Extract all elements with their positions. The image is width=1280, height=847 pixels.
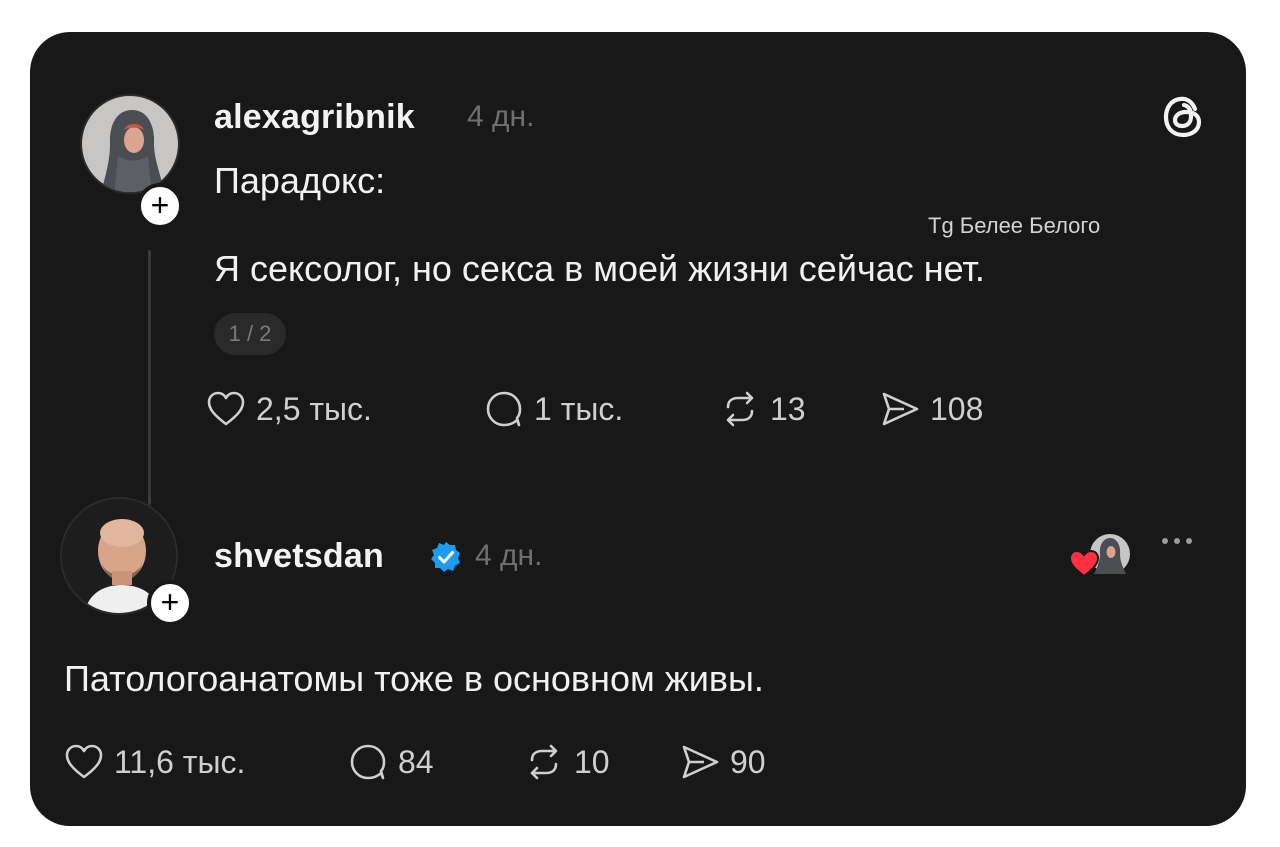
send-icon: [882, 392, 919, 426]
plus-icon: +: [160, 584, 180, 620]
like-count: 2,5 тыс.: [256, 390, 372, 427]
dot-icon: [1186, 538, 1192, 544]
reply-share-button[interactable]: 90: [680, 743, 766, 781]
post-text-line2: Я сексолог, но секса в моей жизни сейчас…: [214, 248, 985, 289]
send-icon: [682, 745, 719, 779]
reply-time: 4 дн.: [475, 539, 543, 572]
heart-icon: [207, 391, 245, 426]
watermark: Tg Белее Белого: [928, 213, 1101, 238]
thread-card: + alexagribnik 4 дн. Парадокс: Tg Белее …: [30, 32, 1246, 826]
post-text-line1: Парадокс:: [214, 160, 386, 201]
heart-icon: [65, 744, 103, 779]
repost-icon: [530, 744, 558, 780]
reply-follow-button[interactable]: +: [147, 580, 193, 626]
reply-repost-count: 10: [574, 743, 610, 780]
share-button[interactable]: 108: [880, 390, 983, 428]
repost-count: 13: [770, 390, 806, 427]
share-count: 108: [930, 390, 984, 427]
threads-logo-icon[interactable]: [1162, 92, 1206, 142]
plus-icon: +: [150, 187, 170, 223]
reply-like-count: 11,6 тыс.: [114, 743, 246, 780]
reply-comment-button[interactable]: 84: [348, 743, 434, 781]
verified-badge-icon: [431, 542, 460, 572]
reply-like-button[interactable]: 11,6 тыс.: [64, 743, 245, 781]
reply-comment-count: 84: [398, 743, 434, 780]
post-pager[interactable]: 1 / 2: [214, 313, 286, 355]
comment-icon: [486, 391, 522, 427]
comment-icon: [350, 744, 386, 780]
reply-repost-button[interactable]: 10: [524, 743, 610, 781]
dot-icon: [1162, 538, 1168, 544]
like-button[interactable]: 2,5 тыс.: [206, 390, 372, 428]
dot-icon: [1174, 538, 1180, 544]
reply-username[interactable]: shvetsdan: [214, 537, 384, 576]
author-avatar[interactable]: [80, 94, 180, 194]
post-username[interactable]: alexagribnik: [214, 98, 415, 137]
comment-count: 1 тыс.: [534, 390, 624, 427]
thread-connector: [148, 250, 151, 505]
post-time: 4 дн.: [467, 100, 535, 133]
follow-button[interactable]: +: [137, 183, 183, 229]
more-options-button[interactable]: [1162, 538, 1192, 544]
avatar-hooded-woman: [82, 96, 178, 192]
liked-by-author-icon[interactable]: [1066, 530, 1136, 584]
repost-button[interactable]: 13: [720, 390, 806, 428]
comment-button[interactable]: 1 тыс.: [484, 390, 623, 428]
repost-icon: [726, 391, 754, 427]
reply-share-count: 90: [730, 743, 766, 780]
reply-text: Патологоанатомы тоже в основном живы.: [64, 658, 764, 699]
